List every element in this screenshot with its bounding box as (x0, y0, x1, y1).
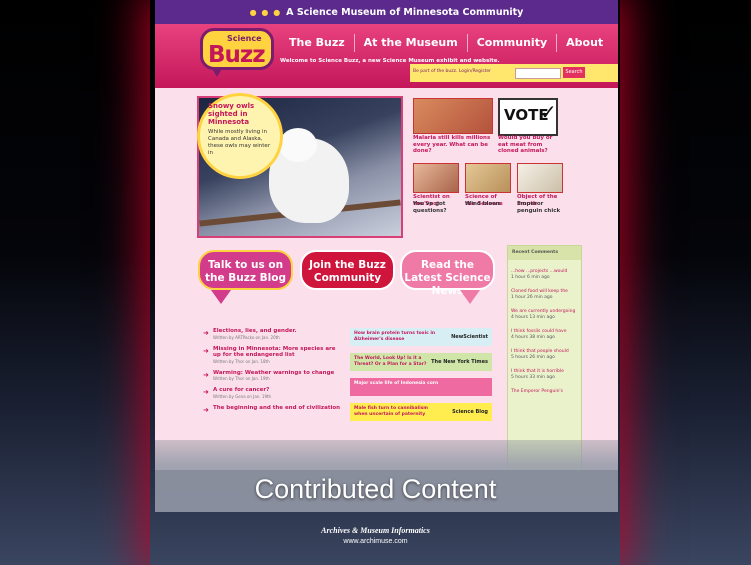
top-banner: ● ● ● A Science Museum of Minnesota Comm… (155, 0, 618, 24)
search-button[interactable]: Search (563, 67, 585, 78)
nav-the-buzz[interactable]: The Buzz (280, 34, 354, 52)
recent-comments-header: Recent Comments (508, 246, 581, 260)
arrow-icon: ➜ (203, 405, 209, 414)
smm-logo-icon: ● ● ● (249, 7, 282, 17)
arrow-icon: ➜ (203, 370, 209, 379)
comment-time: 1 hour 26 min ago (511, 294, 553, 300)
logo-big-text: Buzz (208, 42, 266, 68)
footer-url: www.archimuse.com (343, 538, 408, 545)
comment-title[interactable]: Cloned food will keep the (511, 289, 578, 295)
feature-scientist-sub[interactable]: You've got questions? (413, 201, 457, 214)
comment-time: 5 hours 33 min ago (511, 374, 555, 380)
news-title[interactable]: Major scale life of Indonesia corn (354, 381, 439, 387)
blog-title[interactable]: Missing in Minnesota: More species are u… (213, 346, 343, 359)
community-bubble[interactable]: Join the Buzz Community (300, 250, 395, 290)
recent-comments: Recent Comments ...how ...projects ...wo… (507, 245, 582, 470)
scientist-thumbnail[interactable] (413, 163, 459, 193)
feature-seasons-sub[interactable]: Wind blows (465, 201, 509, 208)
comment-time: 1 hour 6 min ago (511, 274, 550, 280)
hero-summary: While mostly living in Canada and Alaska… (208, 129, 271, 156)
checkmark-icon: ✓ (540, 100, 557, 124)
arrow-icon: ➜ (203, 388, 209, 396)
comment-item[interactable]: I think fossils could have 4 hours 38 min… (508, 329, 581, 340)
blog-title[interactable]: The beginning and the end of civilizatio… (213, 405, 343, 412)
news-title[interactable]: The World, Look Up! Is it a Threat? Or a… (354, 356, 439, 367)
logo-tail (211, 67, 223, 77)
news-item[interactable]: How brain protein turns toxic in Alzheim… (350, 328, 492, 346)
search-input[interactable] (515, 68, 561, 79)
feature-malaria[interactable]: Malaria still kills millions every year.… (413, 135, 493, 155)
list-item[interactable]: ➜ Warming: Weather warnings to change Wr… (203, 370, 343, 382)
main-nav: The Buzz At the Museum Community About (280, 34, 612, 52)
comment-title[interactable]: We are currently undergoing (511, 309, 578, 315)
nav-at-the-museum[interactable]: At the Museum (353, 34, 467, 52)
news-title[interactable]: Male fish turn to cannibalism when uncer… (354, 406, 439, 417)
blog-bubble[interactable]: Talk to us on the Buzz Blog (198, 250, 293, 290)
news-source: NewScientist (451, 334, 488, 340)
feature-cloned-meat[interactable]: Would you buy or eat meat from cloned an… (498, 135, 558, 155)
footer-organization: Archives & Museum Informatics (321, 526, 430, 535)
slide: ● ● ● A Science Museum of Minnesota Comm… (0, 0, 751, 565)
nav-about[interactable]: About (556, 34, 612, 52)
seasons-thumbnail[interactable] (465, 163, 511, 193)
comment-time: 4 hours 38 min ago (511, 334, 555, 340)
list-item[interactable]: ➜ The beginning and the end of civilizat… (203, 405, 343, 414)
comment-item[interactable]: I think that people should 5 hours 26 min… (508, 349, 581, 360)
list-item[interactable]: ➜ Missing in Minnesota: More species are… (203, 346, 343, 364)
comment-title[interactable]: The Emperor Penguin's (511, 389, 578, 395)
top-banner-text: A Science Museum of Minnesota Community (286, 6, 524, 18)
comment-item[interactable]: Cloned food will keep the 1 hour 26 min a… (508, 289, 581, 300)
hero-title: Snowy owls sighted in Minnesota (208, 102, 255, 126)
nav-community[interactable]: Community (466, 34, 556, 52)
list-item[interactable]: ➜ Elections, lies, and gender. Written b… (203, 328, 343, 340)
blog-list: ➜ Elections, lies, and gender. Written b… (203, 328, 343, 417)
malaria-thumbnail[interactable] (413, 98, 493, 134)
slide-title: Contributed Content (254, 474, 497, 504)
news-item[interactable]: The World, Look Up! Is it a Threat? Or a… (350, 353, 492, 371)
arrow-icon: ➜ (203, 329, 209, 337)
blog-meta: Written by Gena on Jan. 19th (213, 393, 272, 399)
blog-meta: Written by ARTPacko on Jan. 20th (213, 334, 280, 340)
feature-object-sub[interactable]: Emperor penguin chick (517, 201, 565, 214)
comment-title[interactable]: I think that people should (511, 349, 578, 355)
news-bubble[interactable]: Read the Latest Science News (400, 250, 495, 297)
website-screenshot: ● ● ● A Science Museum of Minnesota Comm… (155, 0, 618, 470)
news-source: Science Blog (452, 409, 488, 415)
list-item[interactable]: ➜ A cure for cancer? Written by Gena on … (203, 387, 343, 399)
news-title[interactable]: How brain protein turns toxic in Alzheim… (354, 331, 439, 342)
blog-meta: Written by Thor on Jan. 18th (213, 358, 270, 364)
news-list: How brain protein turns toxic in Alzheim… (350, 328, 492, 428)
owl-head (279, 128, 317, 162)
comment-item[interactable]: I think that it is horrible 5 hours 33 mi… (508, 369, 581, 380)
vote-box[interactable]: VOTE ✓ (498, 98, 558, 136)
comment-item[interactable]: The Emperor Penguin's (508, 389, 581, 395)
hero-starburst[interactable]: Snowy owls sighted in Minnesota While mo… (200, 96, 280, 176)
science-buzz-logo[interactable]: Science Buzz (200, 28, 274, 77)
comment-item[interactable]: ...how ...projects ...would 1 hour 6 min … (508, 269, 581, 280)
blog-meta: Written by Thor on Jan. 19th (213, 376, 270, 381)
comment-time: 4 hours 13 min ago (511, 314, 555, 320)
news-source: The New York Times (431, 359, 488, 365)
object-thumbnail[interactable] (517, 163, 563, 193)
login-link[interactable]: Be part of the buzz. Login/Register (413, 69, 491, 74)
comment-time: 5 hours 26 min ago (511, 354, 555, 360)
blog-arrow (211, 290, 231, 304)
arrow-icon: ➜ (203, 346, 209, 355)
comment-item[interactable]: We are currently undergoing 4 hours 13 mi… (508, 309, 581, 320)
news-item[interactable]: Male fish turn to cannibalism when uncer… (350, 403, 492, 421)
news-arrow (460, 290, 480, 304)
news-item[interactable]: Major scale life of Indonesia corn (350, 378, 492, 396)
